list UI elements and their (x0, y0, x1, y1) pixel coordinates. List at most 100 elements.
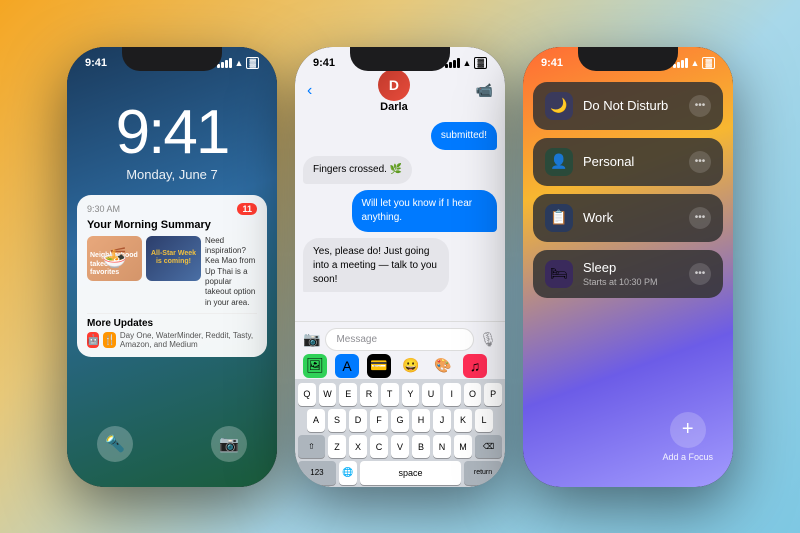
lock-screen: 9:41 ▲ ▓ 9:41 Monday, June 7 9:30 AM 11 … (67, 47, 277, 487)
key-U[interactable]: U (422, 383, 440, 406)
key-L[interactable]: L (475, 409, 493, 432)
notif-header: 9:30 AM 11 (87, 203, 257, 215)
key-W[interactable]: W (319, 383, 337, 406)
notif-badge: 11 (237, 203, 257, 215)
messages-screen: 9:41 ▲ ▓ ‹ D Darla 📹 submitted! (295, 47, 505, 487)
key-space[interactable]: space (360, 461, 461, 484)
keyboard-row-3: ⇧ Z X C V B N M ⌫ (298, 435, 502, 458)
key-E[interactable]: E (339, 383, 357, 406)
work-more-button[interactable]: ••• (689, 207, 711, 229)
card1-text: Need inspiration? Kea Mao from Up Thai i… (205, 236, 257, 309)
lock-date: Monday, June 7 (67, 167, 277, 182)
messages-header: ‹ D Darla 📹 (295, 69, 505, 113)
notif-more-text: Day One, WaterMinder, Reddit, Tasty, Ama… (120, 331, 257, 349)
notif-more: More Updates 🤖 🍴 Day One, WaterMinder, R… (87, 313, 257, 349)
key-D[interactable]: D (349, 409, 367, 432)
card1-title: Neighborhood takeout favorites (90, 252, 139, 277)
contact-avatar: D (378, 69, 410, 101)
key-K[interactable]: K (454, 409, 472, 432)
app-drawer-row: 🖼 A 💳 😀 🎨 ♫ (295, 350, 505, 382)
status-bar-3: 9:41 ▲ ▓ (523, 57, 733, 69)
focus-item-work[interactable]: 📋 Work ••• (533, 194, 723, 242)
key-T[interactable]: T (381, 383, 399, 406)
key-Q[interactable]: Q (298, 383, 316, 406)
phone-1: 9:41 ▲ ▓ 9:41 Monday, June 7 9:30 AM 11 … (67, 47, 277, 487)
key-shift[interactable]: ⇧ (298, 435, 325, 458)
wifi-icon-2: ▲ (463, 58, 472, 68)
moon-icon: 🌙 (545, 92, 573, 120)
key-Z[interactable]: Z (328, 435, 346, 458)
app-icon-pay[interactable]: 💳 (367, 354, 391, 378)
message-input[interactable]: Message (325, 328, 474, 351)
focus-item-sleep[interactable]: 🛏 Sleep Starts at 10:30 PM ••• (533, 250, 723, 298)
key-H[interactable]: H (412, 409, 430, 432)
bubble-received-1: Fingers crossed. 🌿 (303, 156, 412, 184)
back-button[interactable]: ‹ (307, 82, 312, 100)
status-bar-1: 9:41 ▲ ▓ (67, 57, 277, 69)
key-123[interactable]: 123 (298, 461, 336, 484)
key-Y[interactable]: Y (402, 383, 420, 406)
person-icon: 👤 (545, 148, 573, 176)
focus-item-personal[interactable]: 👤 Personal ••• (533, 138, 723, 186)
battery-icon-2: ▓ (474, 57, 487, 69)
key-N[interactable]: N (433, 435, 451, 458)
add-focus-button[interactable]: + Add a Focus (662, 412, 713, 462)
attachment-button[interactable]: 📷 (303, 331, 320, 348)
message-3: Will let you know if I hear anything. (303, 190, 497, 232)
key-delete[interactable]: ⌫ (475, 435, 502, 458)
focus-label-do-not-disturb: Do Not Disturb (583, 98, 679, 113)
audio-button[interactable]: 🎙 (479, 331, 497, 348)
status-bar-2: 9:41 ▲ ▓ (295, 57, 505, 69)
key-C[interactable]: C (370, 435, 388, 458)
keyboard: Q W E R T Y U I O P A S D F G H J K L (295, 379, 505, 487)
personal-more-button[interactable]: ••• (689, 151, 711, 173)
key-J[interactable]: J (433, 409, 451, 432)
notif-title: Your Morning Summary (87, 219, 257, 231)
sleep-more-button[interactable]: ••• (689, 263, 711, 285)
status-time-1: 9:41 (85, 57, 107, 69)
key-A[interactable]: A (307, 409, 325, 432)
bubble-received-2: Yes, please do! Just going into a meetin… (303, 238, 449, 292)
app-icon-photos[interactable]: 🖼 (303, 354, 327, 378)
status-icons-1: ▲ ▓ (217, 57, 259, 69)
key-P[interactable]: P (484, 383, 502, 406)
notification-card[interactable]: 9:30 AM 11 Your Morning Summary Neighbor… (77, 195, 267, 358)
app-icon-memoji[interactable]: 😀 (399, 354, 423, 378)
key-X[interactable]: X (349, 435, 367, 458)
camera-button[interactable]: 📷 (211, 426, 247, 462)
focus-label-personal: Personal (583, 154, 679, 169)
key-R[interactable]: R (360, 383, 378, 406)
key-I[interactable]: I (443, 383, 461, 406)
phone-2: 9:41 ▲ ▓ ‹ D Darla 📹 submitted! (295, 47, 505, 487)
notif-img-sports: All-Star Week is coming! (146, 236, 201, 281)
keyboard-row-4: 123 🌐 space return (298, 461, 502, 484)
app-icon-stickers[interactable]: 🎨 (431, 354, 455, 378)
key-F[interactable]: F (370, 409, 388, 432)
focus-item-do-not-disturb[interactable]: 🌙 Do Not Disturb ••• (533, 82, 723, 130)
key-return[interactable]: return (464, 461, 502, 484)
key-V[interactable]: V (391, 435, 409, 458)
keyboard-row-1: Q W E R T Y U I O P (298, 383, 502, 406)
key-emoji[interactable]: 🌐 (339, 461, 357, 484)
lock-time: 9:41 (67, 102, 277, 164)
do-not-disturb-more-button[interactable]: ••• (689, 95, 711, 117)
reddit-icon: 🤖 (87, 332, 99, 348)
work-icon: 📋 (545, 204, 573, 232)
message-1: submitted! (303, 122, 497, 150)
key-G[interactable]: G (391, 409, 409, 432)
bubble-sent-1: submitted! (431, 122, 497, 150)
notif-images: Neighborhood takeout favorites All-Star … (87, 236, 257, 309)
video-call-button[interactable]: 📹 (476, 82, 493, 99)
sleep-icon: 🛏 (545, 260, 573, 288)
app-icon-music[interactable]: ♫ (463, 354, 487, 378)
focus-panel: 🌙 Do Not Disturb ••• 👤 Personal ••• 📋 Wo… (533, 82, 723, 298)
status-icons-2: ▲ ▓ (445, 57, 487, 69)
notif-more-apps: 🤖 🍴 Day One, WaterMinder, Reddit, Tasty,… (87, 331, 257, 349)
flashlight-button[interactable]: 🔦 (97, 426, 133, 462)
key-S[interactable]: S (328, 409, 346, 432)
key-M[interactable]: M (454, 435, 472, 458)
key-B[interactable]: B (412, 435, 430, 458)
focus-screen: 9:41 ▲ ▓ 🌙 Do Not Disturb ••• 👤 (523, 47, 733, 487)
key-O[interactable]: O (464, 383, 482, 406)
app-icon-appstore[interactable]: A (335, 354, 359, 378)
